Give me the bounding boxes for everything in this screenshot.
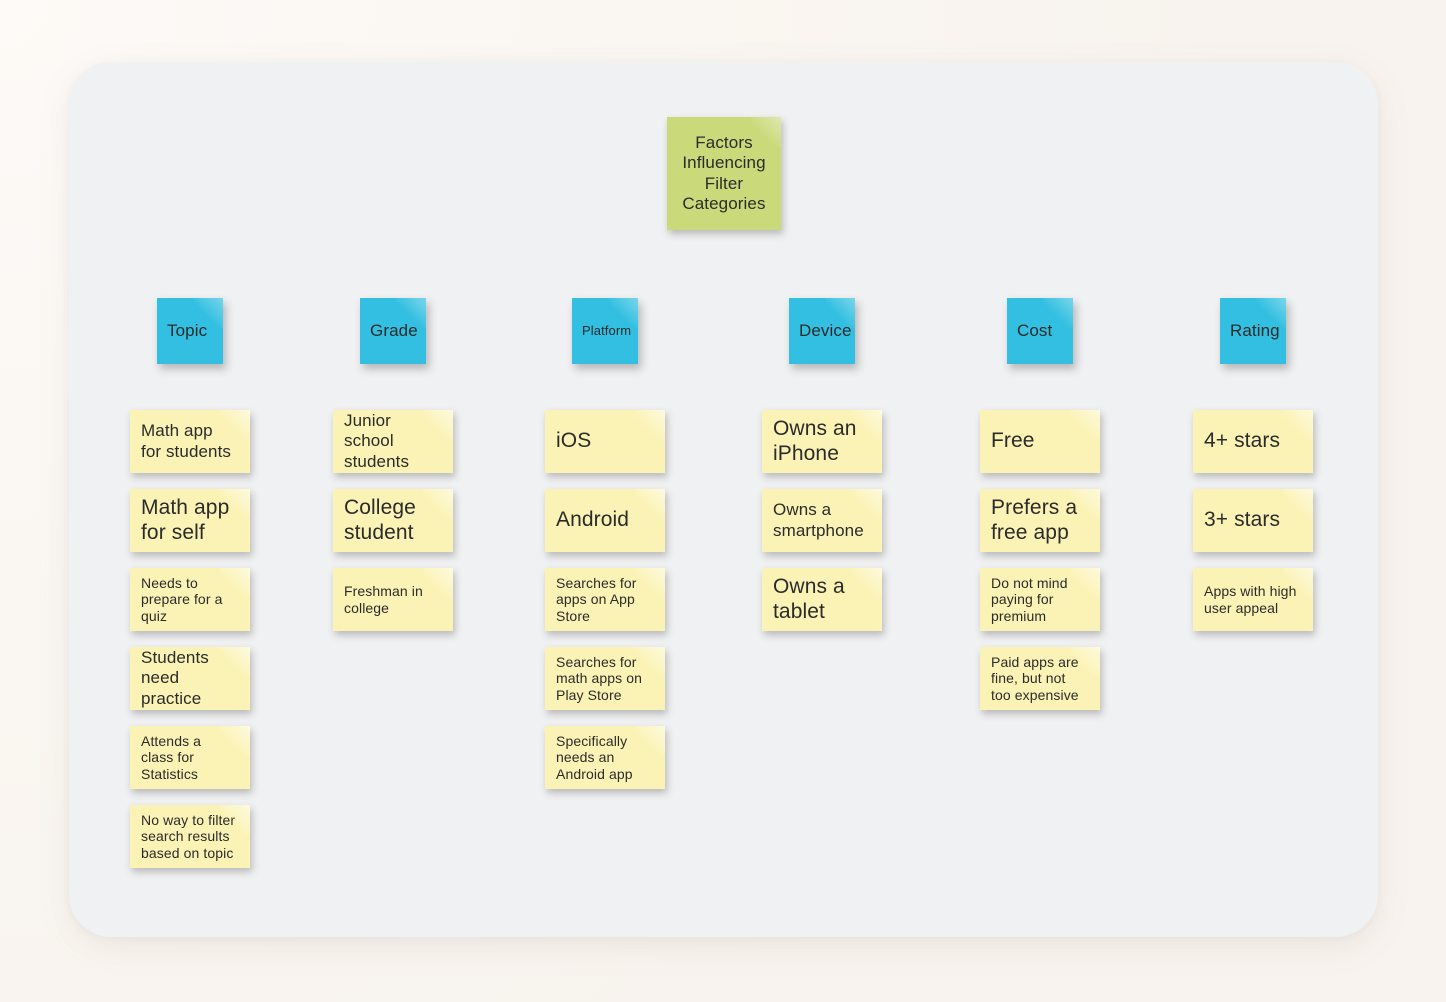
sticky-note-label: Needs to prepare for a quiz [141,574,223,624]
sticky-note-label: Owns an iPhone [773,416,857,465]
sticky-note[interactable]: Owns a tablet [762,568,882,631]
sticky-note[interactable]: Owns a smartphone [762,489,882,552]
sticky-note[interactable]: Free [980,410,1100,473]
sticky-note-label: Android [556,508,630,532]
sticky-note[interactable]: Attends a class for Statistics [130,726,250,789]
sticky-note[interactable]: 3+ stars [1193,489,1313,552]
sticky-note[interactable]: Freshman in college [333,568,453,631]
sticky-note[interactable]: Math app for students [130,410,250,473]
sticky-note[interactable]: Apps with high user appeal [1193,568,1313,631]
sticky-note[interactable]: Paid apps are fine, but not too expensiv… [980,647,1100,710]
sticky-note[interactable]: Do not mind paying for premium [980,568,1100,631]
sticky-note-label: Math app for students [141,421,232,461]
sticky-note-label: Free [991,429,1035,453]
sticky-note-label: Math app for self [141,495,230,544]
sticky-note[interactable]: Students need practice [130,647,250,710]
category-label: Topic [167,320,208,340]
sticky-note-title-label: Factors Influencing Filter Categories [682,133,766,213]
sticky-note-category-rating[interactable]: Rating [1220,298,1286,364]
sticky-note-label: Paid apps are fine, but not too expensiv… [991,653,1079,703]
sticky-note[interactable]: College student [333,489,453,552]
sticky-note[interactable]: Specifically needs an Android app [545,726,665,789]
sticky-note-category-cost[interactable]: Cost [1007,298,1073,364]
sticky-note-label: Apps with high user appeal [1204,582,1297,616]
sticky-note[interactable]: Searches for apps on App Store [545,568,665,631]
sticky-note-category-platform[interactable]: Platform [572,298,638,364]
sticky-note[interactable]: Android [545,489,665,552]
sticky-note-category-topic[interactable]: Topic [157,298,223,364]
sticky-note[interactable]: Prefers a free app [980,489,1100,552]
sticky-note[interactable]: 4+ stars [1193,410,1313,473]
sticky-note[interactable]: Math app for self [130,489,250,552]
sticky-note-title[interactable]: Factors Influencing Filter Categories [667,117,781,230]
sticky-note-label: Specifically needs an Android app [556,732,633,782]
sticky-note[interactable]: Owns an iPhone [762,410,882,473]
sticky-note-category-device[interactable]: Device [789,298,855,364]
sticky-note-label: College student [344,495,416,544]
sticky-note[interactable]: iOS [545,410,665,473]
sticky-note-label: iOS [556,429,592,453]
category-label: Platform [582,323,632,339]
sticky-note-label: Junior school students [344,411,410,471]
sticky-note-label: Searches for math apps on Play Store [556,653,643,703]
sticky-note-label: Owns a smartphone [773,500,864,540]
affinity-diagram-canvas: Factors Influencing Filter Categories To… [69,62,1378,937]
sticky-note-label: Do not mind paying for premium [991,574,1068,624]
sticky-note-label: Students need practice [141,648,209,708]
category-label: Device [799,320,852,340]
sticky-note-label: 3+ stars [1204,508,1281,532]
sticky-note-label: Freshman in college [344,582,423,616]
sticky-note[interactable]: Junior school students [333,410,453,473]
sticky-note-label: 4+ stars [1204,429,1281,453]
sticky-note[interactable]: Needs to prepare for a quiz [130,568,250,631]
category-label: Grade [370,320,418,340]
sticky-note-label: Attends a class for Statistics [141,732,202,782]
sticky-note-label: No way to filter search results based on… [141,811,236,861]
sticky-note-label: Prefers a free app [991,495,1078,544]
category-label: Cost [1017,320,1053,340]
sticky-note-label: Owns a tablet [773,574,845,623]
category-label: Rating [1230,320,1280,340]
sticky-note[interactable]: Searches for math apps on Play Store [545,647,665,710]
sticky-note[interactable]: No way to filter search results based on… [130,805,250,868]
sticky-note-category-grade[interactable]: Grade [360,298,426,364]
sticky-note-label: Searches for apps on App Store [556,574,637,624]
